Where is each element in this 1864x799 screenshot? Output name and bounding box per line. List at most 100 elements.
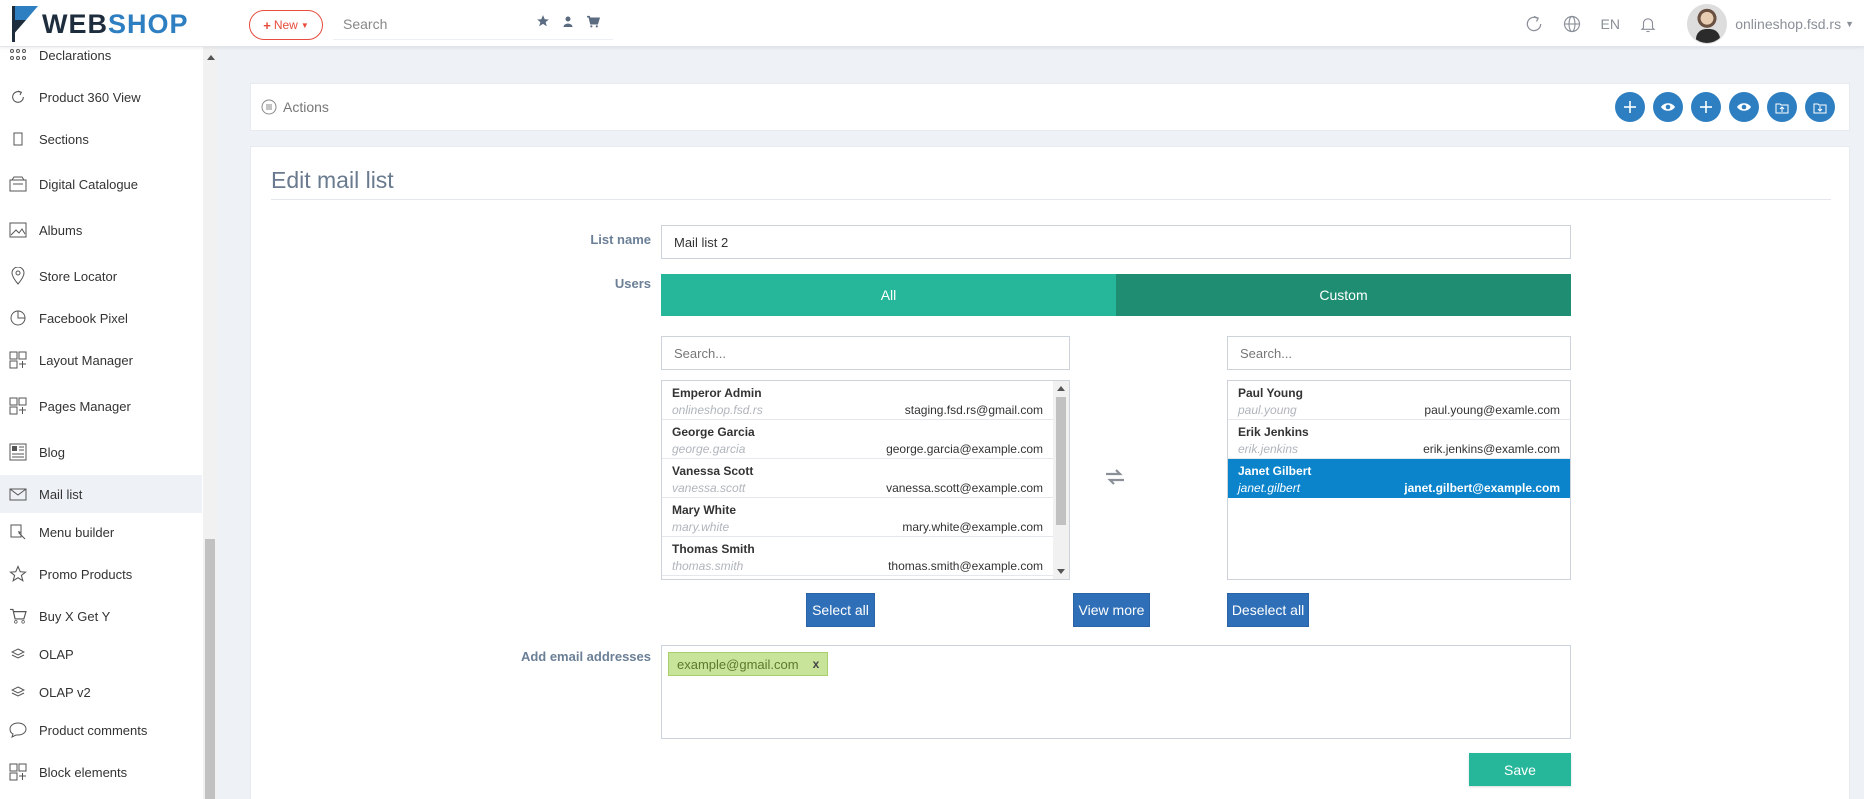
user-login: vanessa.scott	[672, 481, 746, 495]
folder-import-icon	[1813, 103, 1827, 113]
bell-icon[interactable]	[1629, 0, 1667, 47]
list-name-input[interactable]	[661, 225, 1571, 259]
swap-arrows-icon[interactable]	[1104, 469, 1126, 485]
list-name-label: List name	[590, 232, 651, 247]
sidebar-item-olap-v2[interactable]: OLAP v2	[0, 673, 202, 711]
cart-icon[interactable]	[586, 15, 600, 28]
email-tag: example@gmail.com x	[668, 652, 829, 676]
scroll-up-arrow-icon[interactable]	[207, 55, 215, 60]
user-login: janet.gilbert	[1238, 481, 1301, 495]
refresh-icon[interactable]	[1515, 0, 1553, 47]
list-item[interactable]: Vanessa Scott vanessa.scott vanessa.scot…	[662, 459, 1053, 498]
sidebar-item-block-elements[interactable]: Block elements	[0, 753, 202, 791]
sidebar-item-layout-manager[interactable]: Layout Manager	[0, 341, 202, 379]
user-login: thomas.smith	[672, 559, 744, 573]
sidebar-item-store-locator[interactable]: Store Locator	[0, 257, 202, 295]
selected-users-search-input[interactable]	[1227, 336, 1571, 370]
sidebar-item-product-360-view[interactable]: Product 360 View	[0, 78, 202, 116]
user-name: Janet Gilbert	[1238, 464, 1312, 478]
users-all-toggle[interactable]: All	[661, 274, 1116, 316]
globe-icon[interactable]	[1553, 0, 1591, 47]
view-button-2[interactable]	[1729, 92, 1759, 122]
plus-icon: +	[263, 17, 271, 33]
list-item[interactable]: Paul Young paul.young paul.young@examle.…	[1228, 381, 1570, 420]
chevron-down-icon: ▼	[1845, 18, 1854, 29]
remove-tag-icon[interactable]: x	[813, 657, 820, 671]
sidebar-item-label: Menu builder	[39, 524, 115, 540]
deselect-all-button[interactable]: Deselect all	[1227, 593, 1309, 627]
user-email: george.garcia@example.com	[886, 442, 1043, 456]
list-circle-icon	[261, 99, 277, 115]
available-users-list[interactable]: Emperor Admin onlineshop.fsd.rs staging.…	[661, 380, 1070, 580]
list-item-selected[interactable]: Janet Gilbert janet.gilbert janet.gilber…	[1228, 459, 1570, 498]
sidebar-item-blog[interactable]: Blog	[0, 433, 202, 471]
user-icon[interactable]	[562, 15, 574, 28]
sidebar-item-albums[interactable]: Albums	[0, 211, 202, 249]
cart-outline-icon	[7, 608, 29, 624]
list-item[interactable]: Mary White mary.white mary.white@example…	[662, 498, 1053, 537]
sidebar-item-sections[interactable]: Sections	[0, 120, 202, 158]
webshop-logo[interactable]: WEBSHOP	[10, 6, 189, 42]
user-login: onlineshop.fsd.rs	[672, 403, 763, 417]
import-button[interactable]	[1805, 92, 1835, 122]
scroll-up-arrow-icon[interactable]	[1057, 386, 1065, 391]
sidebar-item-label: Facebook Pixel	[39, 310, 128, 326]
available-users-scrollbar[interactable]	[1053, 381, 1069, 579]
list-item[interactable]: George Garcia george.garcia george.garci…	[662, 420, 1053, 459]
sidebar-item-promo-products[interactable]: Promo Products	[0, 555, 202, 593]
profile-name: onlineshop.fsd.rs	[1735, 15, 1842, 32]
new-button[interactable]: + New ▼	[249, 10, 323, 40]
list-item[interactable]: Erik Jenkins erik.jenkins erik.jenkins@e…	[1228, 420, 1570, 459]
select-all-button[interactable]: Select all	[806, 593, 875, 627]
sidebar-item-digital-catalogue[interactable]: Digital Catalogue	[0, 165, 202, 203]
scroll-thumb[interactable]	[1056, 397, 1066, 525]
logo-text: WEBSHOP	[42, 8, 189, 39]
user-name: Thomas Smith	[672, 542, 755, 556]
sidebar-item-label: Product 360 View	[39, 89, 141, 105]
map-pin-icon	[7, 267, 29, 285]
sidebar-item-facebook-pixel[interactable]: Facebook Pixel	[0, 299, 202, 337]
user-login: mary.white	[672, 520, 730, 534]
list-item[interactable]: Emperor Admin onlineshop.fsd.rs staging.…	[662, 381, 1053, 420]
user-email: janet.gilbert@example.com	[1404, 481, 1560, 495]
export-button[interactable]	[1767, 92, 1797, 122]
sidebar-scroll-thumb[interactable]	[205, 539, 215, 799]
sidebar-item-label: Mail list	[39, 486, 83, 502]
rotate-icon	[7, 89, 29, 105]
user-email: vanessa.scott@example.com	[886, 481, 1043, 495]
sidebar-item-product-comments[interactable]: Product comments	[0, 711, 202, 749]
view-more-button[interactable]: View more	[1073, 593, 1150, 627]
sidebar-item-buy-x-get-y[interactable]: Buy X Get Y	[0, 597, 202, 635]
folder-export-icon	[1775, 103, 1789, 113]
layout-icon	[7, 397, 29, 415]
user-email: mary.white@example.com	[902, 520, 1043, 534]
blog-icon	[7, 443, 29, 461]
sidebar-item-mail-list[interactable]: Mail list	[0, 475, 202, 513]
sidebar-item-olap[interactable]: OLAP	[0, 635, 202, 673]
user-email: thomas.smith@example.com	[888, 559, 1043, 573]
star-icon[interactable]	[536, 14, 550, 28]
profile-menu[interactable]: onlineshop.fsd.rs ▼	[1687, 3, 1864, 44]
scroll-down-arrow-icon[interactable]	[1057, 569, 1065, 574]
language-selector[interactable]: EN	[1591, 16, 1629, 32]
users-custom-toggle[interactable]: Custom	[1116, 274, 1571, 316]
plus-icon	[1624, 101, 1636, 113]
user-email: staging.fsd.rs@gmail.com	[904, 403, 1043, 417]
sidebar-item-menu-builder[interactable]: Menu builder	[0, 513, 202, 551]
plus-icon	[1700, 101, 1712, 113]
global-search-input[interactable]	[333, 15, 523, 32]
list-item[interactable]: Thomas Smith thomas.smith thomas.smith@e…	[662, 537, 1053, 576]
add-button-2[interactable]	[1691, 92, 1721, 122]
avatar	[1687, 3, 1728, 44]
add-email-addresses-label: Add email addresses	[520, 649, 651, 664]
available-users-search-input[interactable]	[661, 336, 1070, 370]
view-button[interactable]	[1653, 92, 1683, 122]
selected-users-list[interactable]: Paul Young paul.young paul.young@examle.…	[1227, 380, 1571, 580]
top-bar: WEBSHOP + New ▼ EN onlineshop.fsd.rs ▼	[0, 0, 1864, 47]
save-button[interactable]: Save	[1469, 753, 1571, 786]
add-button[interactable]	[1615, 92, 1645, 122]
sidebar-item-declarations[interactable]: Declarations	[0, 47, 202, 74]
email-addresses-input[interactable]: example@gmail.com x	[661, 645, 1571, 739]
right-tools: EN onlineshop.fsd.rs ▼	[1515, 0, 1864, 47]
sidebar-item-pages-manager[interactable]: Pages Manager	[0, 387, 202, 425]
